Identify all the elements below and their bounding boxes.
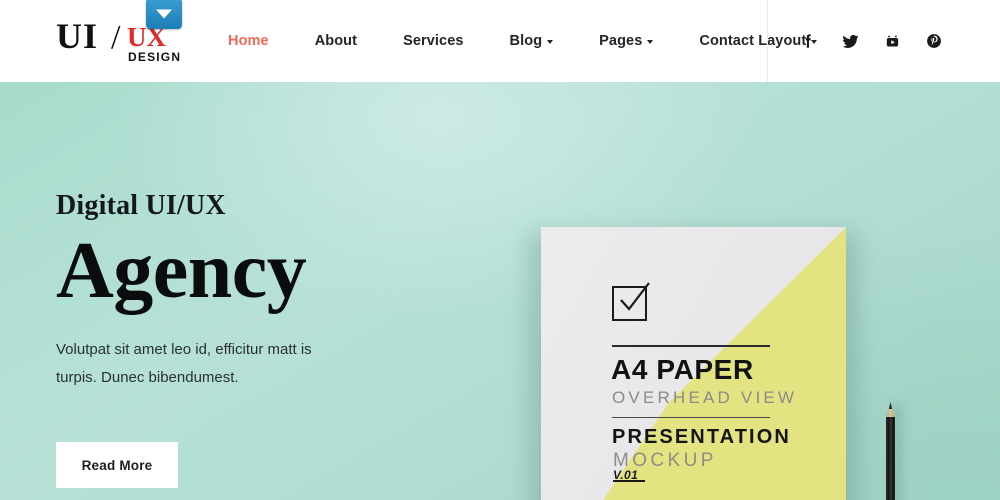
nav-item-services[interactable]: Services: [380, 33, 486, 49]
read-more-button[interactable]: Read More: [56, 442, 178, 488]
check-icon: [620, 282, 650, 311]
divider-mid: [612, 417, 770, 418]
pencil-graphite-tip: [888, 402, 893, 409]
social-links: [797, 0, 945, 82]
chevron-down-glyph: [156, 9, 172, 19]
chevron-down-icon: [547, 40, 554, 44]
hero-copy: Digital UI/UX Agency Volutpat sit amet l…: [56, 190, 486, 392]
main-navigation: Home About Services Blog Pages Contact L…: [205, 0, 840, 82]
nav-item-about[interactable]: About: [292, 33, 380, 49]
site-header: UI / UX DESIGN Home About Services Blog …: [0, 0, 1000, 82]
nav-item-home[interactable]: Home: [205, 33, 292, 49]
facebook-icon[interactable]: [797, 30, 819, 52]
logo-design-text: DESIGN: [128, 50, 182, 64]
paper-mockup-image: A4 PAPER OVERHEAD VIEW PRESENTATION MOCK…: [541, 227, 846, 500]
page-title: Agency: [56, 227, 307, 315]
nav-item-blog[interactable]: Blog: [487, 33, 577, 49]
youtube-icon[interactable]: [881, 30, 903, 52]
chevron-down-icon[interactable]: [146, 0, 182, 29]
divider-small: [613, 480, 645, 482]
logo-ui-text: UI: [56, 16, 99, 56]
nav-item-label: About: [314, 33, 358, 49]
nav-item-label: Services: [403, 33, 464, 49]
mockup-title: PRESENTATION: [612, 426, 791, 448]
twitter-icon[interactable]: [839, 30, 861, 52]
pinterest-icon[interactable]: [923, 30, 945, 52]
logo-slash: /: [111, 19, 121, 56]
pencil-body: [886, 417, 895, 500]
nav-item-pages[interactable]: Pages: [576, 33, 676, 49]
paper-content: A4 PAPER OVERHEAD VIEW PRESENTATION MOCK…: [541, 227, 846, 500]
hero-eyebrow: Digital UI/UX: [56, 190, 226, 221]
hero-subtitle: Volutpat sit amet leo id, efficitur matt…: [56, 341, 312, 386]
nav-item-label: Contact Layout: [699, 33, 807, 49]
chevron-down-icon: [647, 40, 654, 44]
header-divider: [767, 0, 768, 82]
nav-item-label: Home: [228, 33, 269, 49]
mockup-subheading: OVERHEAD VIEW: [612, 388, 798, 407]
mockup-heading: A4 PAPER: [611, 354, 754, 385]
hero-section: Digital UI/UX Agency Volutpat sit amet l…: [0, 82, 1000, 500]
nav-item-label: Blog: [509, 33, 543, 49]
landing-page: UI / UX DESIGN Home About Services Blog …: [0, 0, 1000, 500]
pencil-image: [886, 395, 895, 500]
nav-item-label: Pages: [599, 33, 643, 49]
divider-top: [612, 345, 770, 347]
